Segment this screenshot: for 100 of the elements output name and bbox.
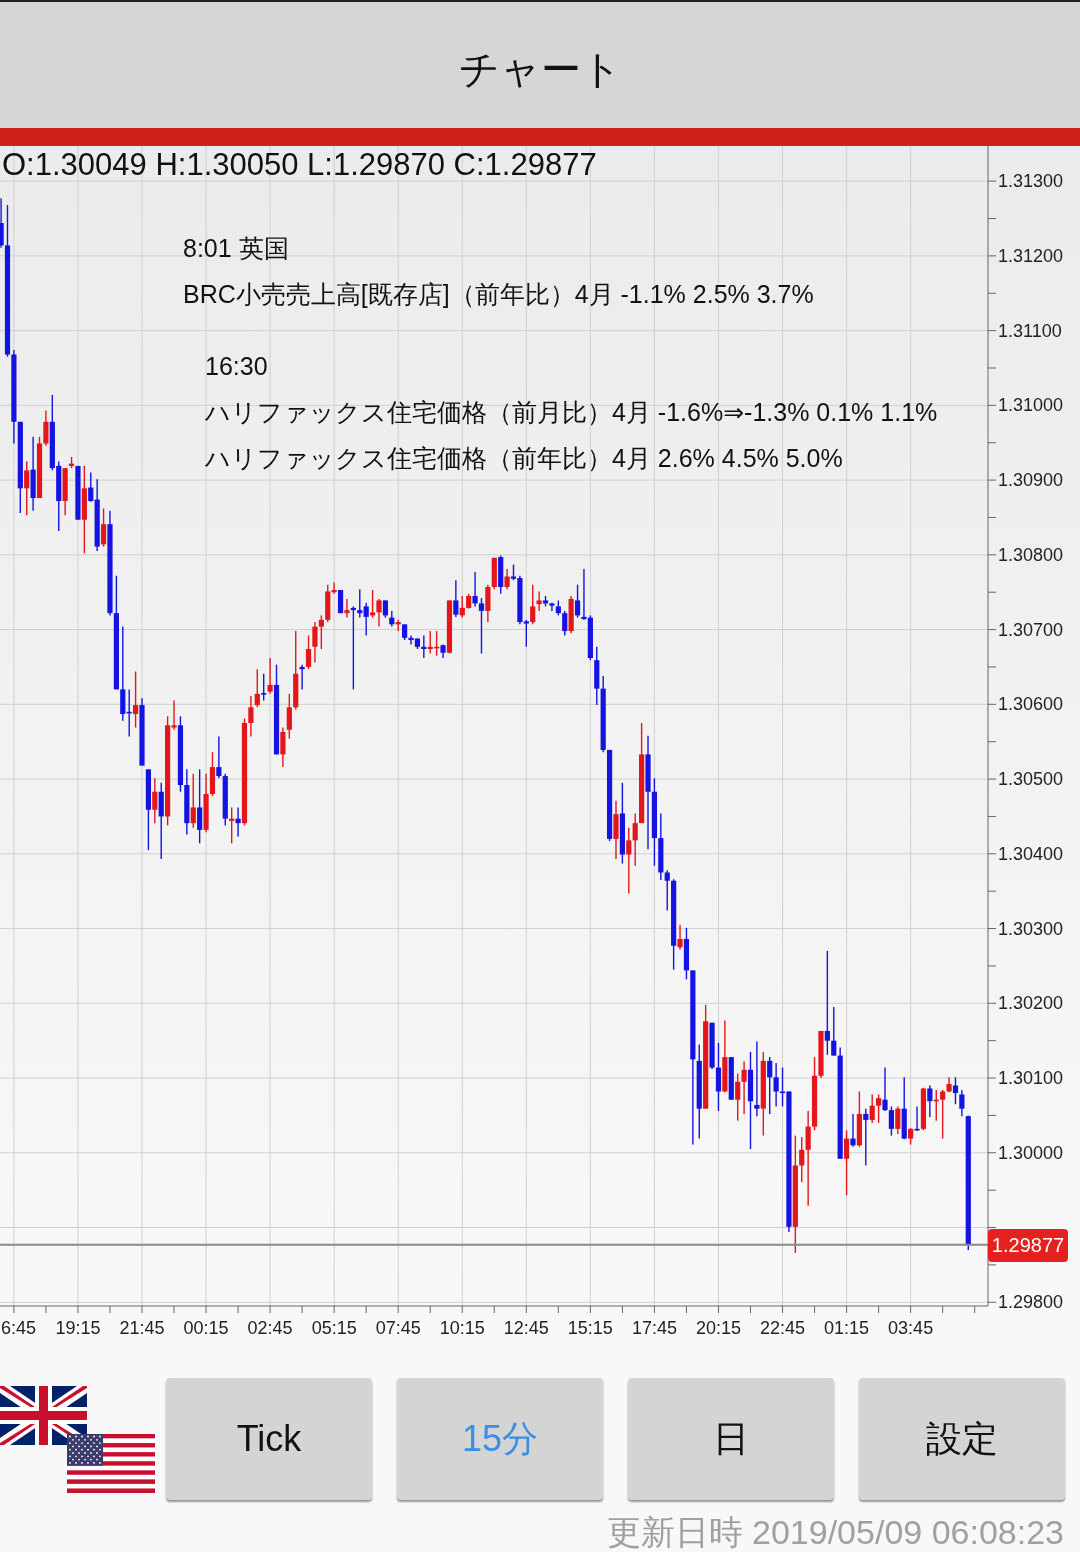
candlestick (715, 1042, 722, 1112)
candlestick (664, 869, 670, 912)
candlestick (843, 1129, 850, 1197)
candlestick (312, 621, 318, 664)
candlestick (773, 1062, 779, 1108)
event-description: ハリファックス住宅価格（前年比）4月 2.6% 4.5% 5.0% (205, 443, 844, 474)
candlestick (850, 1113, 856, 1148)
candlestick (24, 460, 30, 516)
candlestick (267, 657, 273, 695)
time-axis-label: 01:15 (824, 1318, 870, 1338)
candlestick (882, 1066, 888, 1112)
candlestick (478, 597, 485, 655)
price-axis-label: 1.30200 (998, 993, 1064, 1014)
period-tab[interactable]: Tick (166, 1378, 372, 1500)
candlestick (152, 777, 158, 824)
price-axis-label: 1.31200 (998, 245, 1064, 266)
candlestick (357, 588, 363, 619)
candlestick (248, 695, 254, 738)
candlestick (831, 1006, 837, 1057)
candlestick (952, 1076, 959, 1105)
time-axis-label: 22:45 (760, 1318, 806, 1338)
settings-button[interactable]: 設定 (859, 1378, 1065, 1500)
candlestick (536, 590, 542, 612)
candlestick (562, 610, 568, 637)
event-description: BRC小売売上高[既存店]（前年比）4月 -1.1% 2.5% 3.7% (183, 279, 815, 310)
candlestick (824, 950, 830, 1056)
candlestick (88, 471, 94, 503)
candlestick (530, 584, 536, 626)
price-axis-label: 1.30500 (998, 769, 1064, 790)
time-axis-label: 00:15 (183, 1318, 229, 1338)
price-axis-label: 1.30400 (998, 843, 1064, 864)
candlestick (472, 571, 478, 608)
candlestick (767, 1056, 773, 1115)
candlestick (735, 1072, 741, 1122)
candlestick (799, 1136, 805, 1183)
event-description: ハリファックス住宅価格（前月比）4月 -1.6%⇒-1.3% 0.1% 1.1% (205, 397, 938, 428)
candlestick (485, 584, 491, 623)
price-axis-label: 1.29800 (998, 1292, 1064, 1313)
candlestick (504, 568, 510, 590)
candlestick (741, 1060, 747, 1115)
current-price-badge: 1.29877 (988, 1228, 1068, 1262)
price-axis-label: 1.30900 (998, 470, 1064, 491)
candlestick (876, 1093, 882, 1124)
candlestick (369, 589, 376, 619)
candlestick (286, 693, 292, 740)
time-axis-label: 02:45 (247, 1318, 293, 1338)
event-heading: 8:01 英国 (183, 233, 290, 264)
time-axis-label: 19:15 (55, 1318, 101, 1338)
candlestick (280, 726, 286, 768)
candlestick (863, 1107, 869, 1167)
candlestick (574, 584, 581, 619)
candlestick (626, 826, 632, 895)
price-axis-label: 1.31300 (998, 171, 1064, 192)
time-axis-label: 15:15 (567, 1318, 613, 1338)
price-axis-label: 1.30000 (998, 1142, 1064, 1163)
candlestick (344, 598, 350, 619)
candlestick (0, 197, 4, 249)
time-axis-label: 20:15 (695, 1318, 741, 1338)
candlestick (888, 1105, 895, 1137)
candlestick (459, 595, 465, 619)
time-axis-label: 10:15 (439, 1318, 485, 1338)
event-heading: 16:30 (205, 351, 269, 382)
time-axis-label: 21:45 (119, 1318, 165, 1338)
price-axis-label: 1.31100 (998, 320, 1062, 341)
candlestick (805, 1110, 811, 1207)
candlestick (305, 634, 312, 670)
candlestick (940, 1089, 946, 1140)
time-axis-label: 07:45 (375, 1318, 421, 1338)
time-axis-label: 05:15 (311, 1318, 357, 1338)
candlestick (677, 924, 683, 951)
price-axis-label: 1.31000 (998, 395, 1064, 416)
time-axis-label: 12:45 (503, 1318, 549, 1338)
candlestick (895, 1105, 901, 1135)
candlestick (376, 598, 382, 628)
screen-title: チャート (458, 46, 622, 93)
candlestick (216, 735, 222, 780)
time-axis-label: 6:45 (1, 1318, 37, 1338)
candlestick (190, 773, 196, 829)
candlestick (133, 670, 139, 729)
american-flag-icon[interactable] (67, 1433, 155, 1493)
price-axis-label: 1.30600 (998, 694, 1064, 715)
candlestick (254, 668, 260, 709)
candlestick (453, 579, 459, 618)
candlestick (43, 409, 49, 447)
candlestick (318, 614, 324, 650)
price-axis-label: 1.30300 (998, 918, 1064, 939)
candlestick (754, 1040, 760, 1117)
candlestick (363, 601, 369, 637)
candlestick (100, 507, 107, 548)
time-axis-label: 17:45 (631, 1318, 677, 1338)
price-axis-label: 1.30800 (998, 544, 1064, 565)
candlestick (959, 1089, 965, 1117)
candlestick (197, 768, 203, 845)
british-flag-icon[interactable] (0, 1385, 87, 1445)
period-tab[interactable]: 日 (628, 1378, 834, 1500)
candlestick (869, 1093, 875, 1124)
candlestick (261, 672, 267, 702)
price-axis-label: 1.30100 (998, 1068, 1064, 1089)
candlestick (927, 1084, 933, 1118)
candlestick (235, 806, 241, 838)
